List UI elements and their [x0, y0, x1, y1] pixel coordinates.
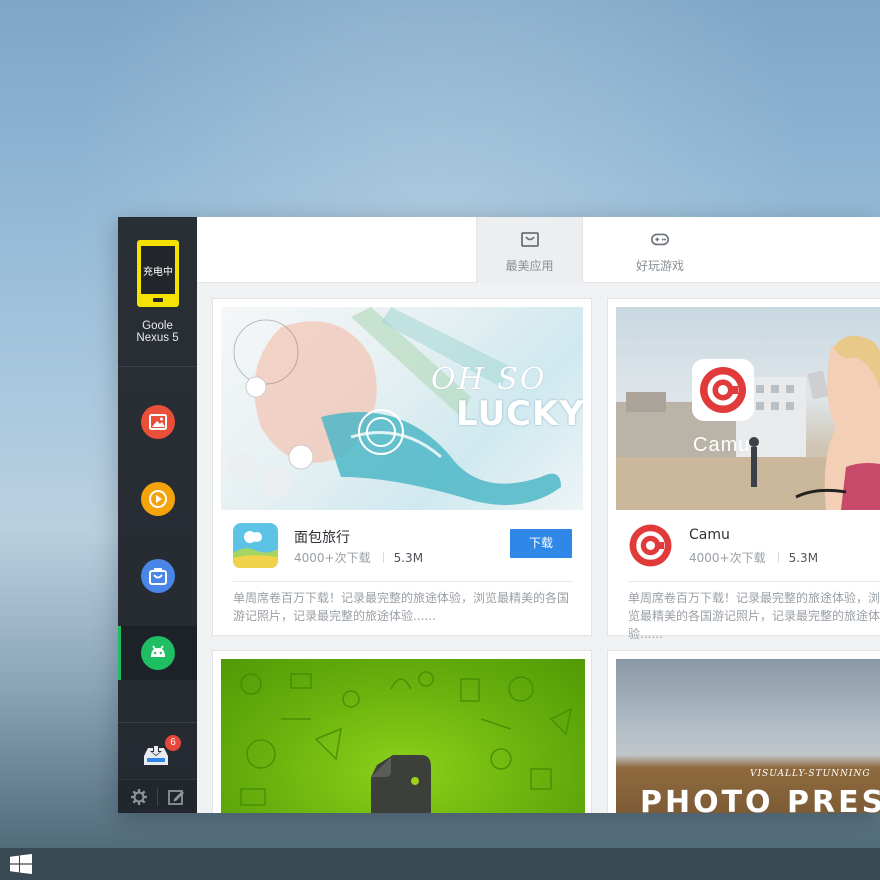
sidebar-item-store[interactable]: [118, 549, 197, 603]
shopping-bag-icon: [141, 559, 175, 593]
app-card[interactable]: VISUALLY-STUNNING PHOTO PRES: [607, 650, 880, 813]
meta-separator: [382, 552, 384, 563]
downloads-button[interactable]: 6: [138, 735, 181, 773]
device-name-line2: Nexus 5: [136, 332, 179, 344]
gamepad-icon: [651, 233, 669, 246]
app-window: 充电中 Goole Nexus 5 6 最美应用 好玩游戏 OH SO LUCK…: [118, 217, 880, 813]
app-size: 5.3M: [393, 551, 424, 565]
device-name-line1: Goole: [142, 320, 173, 332]
app-card[interactable]: OH SO LUCKY 面包旅行 4000+次下载 5.3M 下载 单周席卷百万下…: [212, 298, 592, 636]
tab-label: 最美应用: [505, 259, 554, 273]
sidebar-item-videos[interactable]: [118, 472, 197, 526]
gear-icon[interactable]: [129, 787, 149, 807]
app-description: 单周席卷百万下载！记录最完整的旅途体验，浏览最精美的各国游记照片，记录最完整的旅…: [233, 591, 570, 623]
card-divider: [233, 581, 573, 582]
sidebar: 充电中 Goole Nexus 5 6: [118, 217, 197, 813]
download-count: 4000+次下载: [689, 551, 766, 565]
edit-icon[interactable]: [166, 787, 186, 807]
banner-text-camu: Camu: [693, 434, 751, 456]
phone-home-button: [153, 298, 163, 302]
camu-logo-icon: [692, 359, 754, 421]
meta-separator: [777, 552, 779, 563]
tab-fun-games[interactable]: 好玩游戏: [605, 217, 715, 283]
top-tab-bar: 最美应用 好玩游戏: [197, 217, 880, 283]
app-size: 5.3M: [788, 551, 819, 565]
app-meta: 4000+次下载 5.3M: [689, 549, 818, 566]
app-title: 面包旅行: [294, 530, 350, 546]
banner-text-visually-stunning: VISUALLY-STUNNING: [750, 769, 871, 779]
sidebar-item-apps[interactable]: [118, 626, 197, 680]
tab-best-apps[interactable]: 最美应用: [476, 217, 583, 283]
bread-travel-app-icon: [233, 523, 278, 568]
banner-text-lucky: LUCKY: [456, 394, 583, 434]
image-icon: [141, 405, 175, 439]
play-icon: [141, 482, 175, 516]
bag-icon: [521, 232, 539, 247]
camu-app-icon: [628, 523, 673, 568]
taskbar: [0, 848, 880, 880]
download-button[interactable]: 下载: [510, 529, 572, 558]
device-panel[interactable]: 充电中 Goole Nexus 5: [118, 217, 197, 367]
downloads-badge: 6: [165, 735, 181, 751]
app-card[interactable]: [212, 650, 592, 813]
device-name: Goole Nexus 5: [118, 320, 197, 344]
app-title: Camu: [689, 527, 730, 543]
app-banner: OH SO LUCKY: [221, 307, 583, 510]
sidebar-item-photos[interactable]: [118, 395, 197, 449]
app-description: 单周席卷百万下载！记录最完整的旅途体验，浏览最精美的各国游记照片，记录最完整的旅…: [628, 591, 880, 641]
banner-text-photo-pres: PHOTO PRES: [640, 785, 880, 813]
card-divider: [628, 581, 880, 582]
sidebar-divider: [118, 722, 197, 723]
tab-label: 好玩游戏: [635, 259, 684, 273]
download-count: 4000+次下载: [294, 551, 371, 565]
evernote-icon: [363, 755, 435, 813]
phone-icon: 充电中: [137, 240, 179, 307]
app-card[interactable]: Camu Camu 4000+次下载 5.3M 单周席卷百万下载！记录最完整的旅途…: [607, 298, 880, 641]
banner-text-oh-so: OH SO: [431, 362, 547, 397]
android-icon: [141, 636, 175, 670]
app-meta: 4000+次下载 5.3M: [294, 549, 423, 566]
windows-start-icon[interactable]: [10, 854, 32, 874]
sidebar-footer: [118, 779, 197, 813]
app-banner: VISUALLY-STUNNING PHOTO PRES: [616, 659, 880, 813]
footer-separator: [157, 788, 158, 806]
app-banner: [221, 659, 585, 813]
app-banner: Camu: [616, 307, 880, 510]
charging-status: 充电中: [141, 246, 175, 294]
